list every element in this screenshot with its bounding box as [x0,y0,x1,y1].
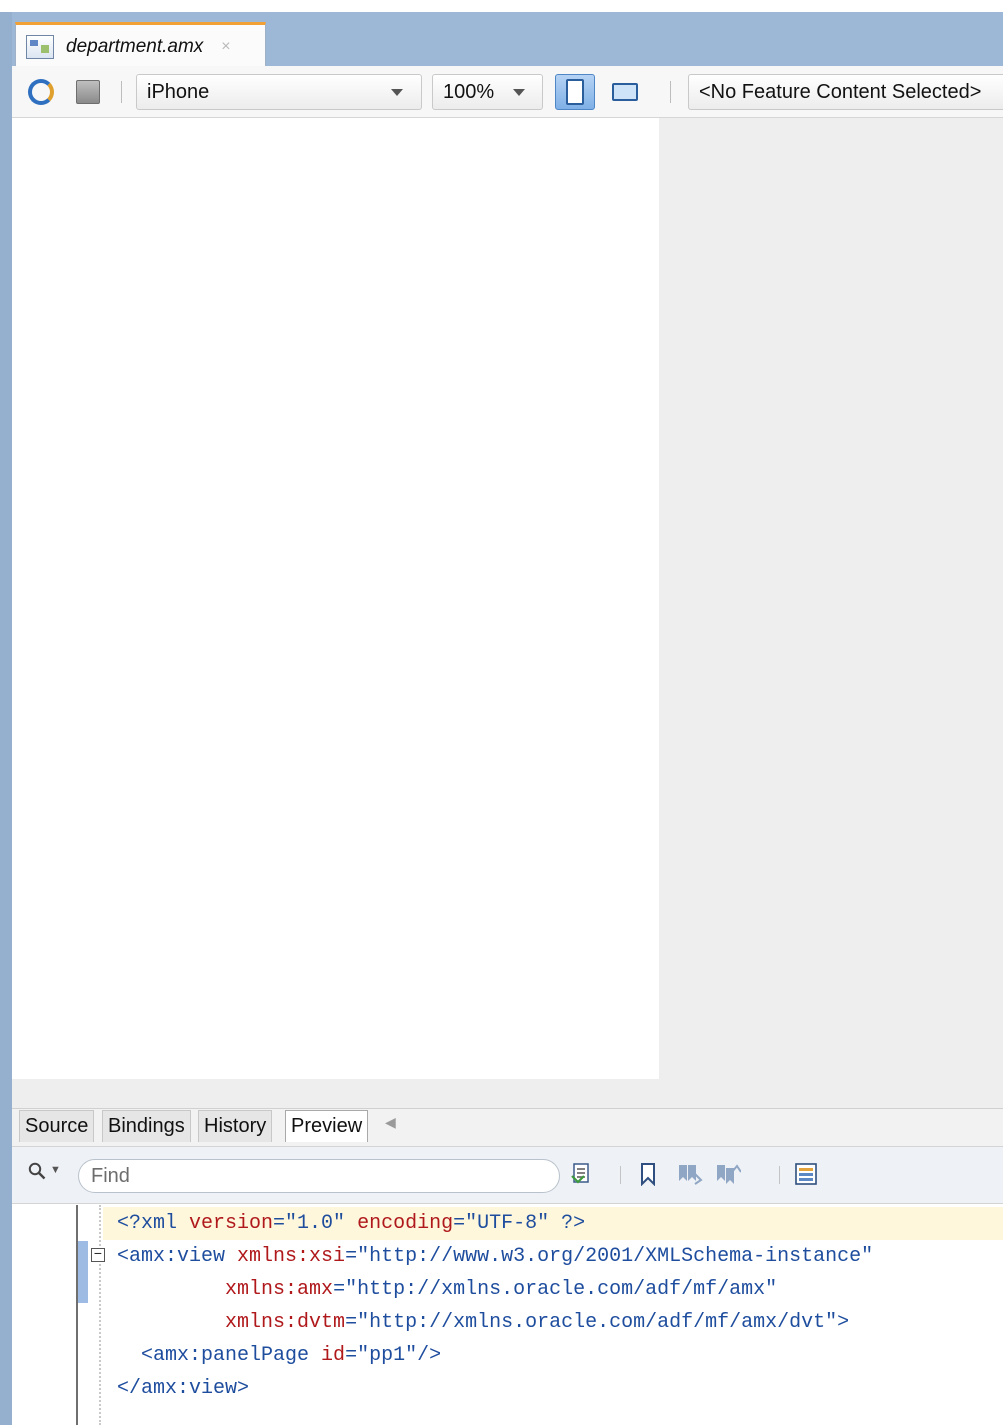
tab-history[interactable]: History [198,1110,273,1142]
code-line[interactable]: <?xml version="1.0" encoding="UTF-8" ?> [117,1207,585,1240]
tab-scroll-left-icon[interactable]: ◀ [385,1114,396,1131]
refresh-icon[interactable] [28,79,54,105]
collapse-toggle-icon[interactable]: − [91,1248,105,1262]
next-bookmark-icon[interactable] [677,1160,703,1188]
code-token: = [273,1212,286,1235]
tab-preview[interactable]: Preview [285,1110,369,1142]
tab-history-label: History [204,1115,267,1137]
editor-gutter-border [76,1205,78,1425]
code-line[interactable]: xmlns:amx="http://xmlns.oracle.com/adf/m… [117,1273,777,1306]
amx-file-icon [26,34,54,59]
code-token: <amx:view [117,1245,238,1268]
code-token: <?xml [117,1212,190,1235]
code-token: encoding [357,1212,454,1235]
document-tab-title: department.amx [66,35,204,57]
portrait-phone-icon [566,79,584,105]
tab-source-label: Source [25,1115,89,1137]
code-token: = [333,1278,346,1301]
code-token: xmlns:xsi [237,1245,346,1268]
code-token: "http://xmlns.oracle.com/adf/mf/amx/dvt" [357,1311,838,1334]
code-line[interactable]: </amx:view> [117,1372,249,1405]
device-preview-canvas[interactable] [12,118,659,1079]
toolbar-separator [121,81,122,103]
find-toolbar-separator [620,1166,621,1184]
feature-content-select[interactable]: <No Feature Content Selected> [688,74,1003,110]
window-top-frame [0,0,1003,12]
search-icon[interactable] [28,1162,46,1180]
code-token: "1.0" [285,1212,346,1235]
tab-bindings-label: Bindings [108,1115,185,1137]
code-token: /> [417,1344,442,1367]
code-fold-margin [90,1205,101,1425]
close-tab-icon[interactable]: × [221,38,230,56]
code-token: <amx:panelPage [117,1344,322,1367]
code-token: ?> [549,1212,586,1235]
document-tab[interactable]: department.amx × [15,22,266,68]
code-token: id [321,1344,346,1367]
code-token: > [837,1311,850,1334]
device-select[interactable]: iPhone [136,74,422,110]
stop-icon[interactable] [76,80,100,104]
go-to-line-icon[interactable] [570,1160,596,1188]
code-token: "UTF-8" [465,1212,550,1235]
find-input[interactable] [78,1159,560,1193]
code-token: "pp1" [357,1344,418,1367]
code-line[interactable]: <amx:panelPage id="pp1"/> [117,1339,441,1372]
code-line[interactable]: xmlns:dvtm="http://xmlns.oracle.com/adf/… [117,1306,849,1339]
find-toolbar-separator [779,1166,780,1184]
landscape-phone-icon [612,83,638,101]
code-token: = [453,1212,466,1235]
code-line[interactable]: <amx:view xmlns:xsi="http://www.w3.org/2… [117,1240,873,1273]
code-token: "http://www.w3.org/2001/XMLSchema-instan… [357,1245,874,1268]
code-token: version [189,1212,274,1235]
code-token: "http://xmlns.oracle.com/adf/mf/amx" [345,1278,778,1301]
bookmark-icon[interactable] [635,1160,661,1188]
zoom-select[interactable]: 100% [432,74,543,110]
code-token: xmlns:amx [225,1278,334,1301]
landscape-view-button[interactable] [605,74,645,110]
portrait-view-button[interactable] [555,74,595,110]
previous-bookmark-icon[interactable] [715,1160,741,1188]
show-bookmarks-panel-icon[interactable] [793,1160,819,1188]
gutter-change-marker [78,1241,88,1303]
chevron-down-icon [391,89,403,96]
zoom-select-value: 100% [443,80,495,103]
code-token: xmlns:dvtm [225,1311,346,1334]
tab-bindings[interactable]: Bindings [102,1110,191,1142]
toolbar-separator [670,81,671,103]
window-left-edge [0,12,12,1425]
tab-preview-label: Preview [291,1115,363,1137]
tab-source[interactable]: Source [19,1110,95,1142]
code-token: </amx:view> [117,1377,250,1400]
feature-content-value: <No Feature Content Selected> [699,80,982,103]
code-token: = [345,1344,358,1367]
code-token: = [345,1245,358,1268]
search-options-chevron-icon[interactable]: ▼ [50,1164,61,1176]
code-token: = [345,1311,358,1334]
device-select-value: iPhone [147,80,210,103]
chevron-down-icon [513,89,525,96]
